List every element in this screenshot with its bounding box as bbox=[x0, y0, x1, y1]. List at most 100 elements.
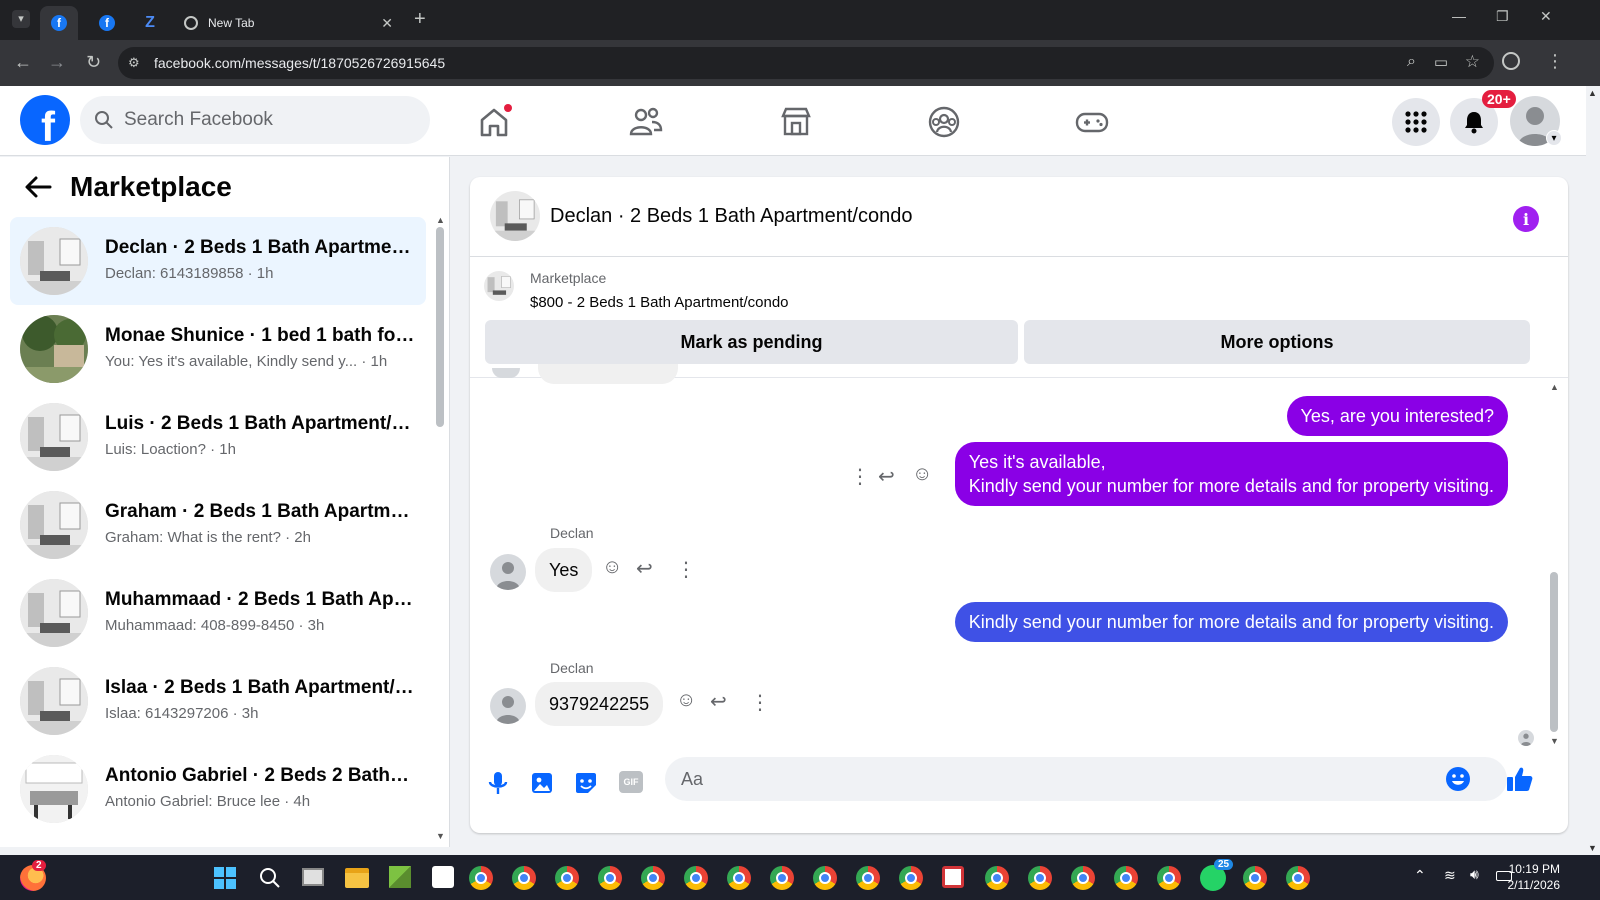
chrome-taskbar-icon[interactable] bbox=[1157, 866, 1181, 890]
sender-avatar[interactable] bbox=[490, 688, 526, 724]
mark-as-pending-button[interactable]: Mark as pending bbox=[485, 320, 1018, 364]
back-arrow-icon[interactable] bbox=[24, 175, 52, 199]
close-window-icon[interactable]: ✕ bbox=[1540, 8, 1552, 25]
account-chevron-icon[interactable]: ▾ bbox=[1546, 130, 1562, 146]
chrome-taskbar-icon[interactable] bbox=[641, 866, 665, 890]
chrome-taskbar-icon[interactable] bbox=[1028, 866, 1052, 890]
chrome-taskbar-icon[interactable] bbox=[598, 866, 622, 890]
new-tab-plus-icon[interactable]: + bbox=[414, 8, 426, 31]
incoming-message[interactable]: Yes bbox=[535, 548, 593, 592]
snipping-tool-icon[interactable] bbox=[942, 866, 964, 888]
thread-scrollbar-thumb[interactable] bbox=[1550, 572, 1558, 732]
bookmark-star-icon[interactable]: ☆ bbox=[1465, 52, 1480, 72]
system-clock[interactable]: 10:19 PM 2/11/2026 bbox=[1508, 861, 1561, 893]
back-icon[interactable]: ← bbox=[14, 52, 32, 73]
chrome-taskbar-icon[interactable] bbox=[555, 866, 579, 890]
more-actions-icon[interactable]: ⋮ bbox=[750, 690, 770, 715]
reload-icon[interactable]: ↻ bbox=[86, 52, 101, 73]
conversation-item[interactable]: Graham · 2 Beds 1 Bath Apartme... Graham… bbox=[10, 481, 426, 569]
tab-search-icon[interactable]: ▾ bbox=[12, 10, 30, 28]
tray-chevron-icon[interactable]: ⌃ bbox=[1414, 867, 1426, 884]
taskbar-search-icon[interactable] bbox=[258, 866, 282, 890]
chrome-taskbar-icon[interactable] bbox=[727, 866, 751, 890]
gaming-icon[interactable] bbox=[1074, 104, 1110, 140]
tab-close-icon[interactable]: ✕ bbox=[381, 15, 393, 32]
conversation-item[interactable]: Antonio Gabriel · 2 Beds 2 Baths ... Ant… bbox=[10, 745, 426, 833]
message-input[interactable]: Aa bbox=[665, 757, 1507, 801]
minecraft-icon[interactable] bbox=[389, 866, 411, 888]
chrome-taskbar-icon[interactable] bbox=[1243, 866, 1267, 890]
react-emoji-icon[interactable]: ☺ bbox=[912, 463, 932, 486]
react-emoji-icon[interactable]: ☺ bbox=[602, 556, 622, 579]
cast-icon[interactable]: ▭ bbox=[1434, 53, 1448, 71]
tab-facebook[interactable]: f bbox=[92, 6, 122, 40]
emoji-icon[interactable] bbox=[1445, 766, 1471, 792]
microphone-icon[interactable] bbox=[484, 769, 512, 797]
facebook-search[interactable]: Search Facebook bbox=[80, 96, 430, 144]
profile-icon[interactable] bbox=[1502, 52, 1520, 70]
reply-icon[interactable]: ↩ bbox=[878, 464, 895, 489]
conversation-item[interactable]: Muhammaad · 2 Beds 1 Bath Apa... Muhamma… bbox=[10, 569, 426, 657]
chrome-taskbar-icon[interactable] bbox=[512, 866, 536, 890]
tab-zillow[interactable]: Z bbox=[138, 6, 162, 40]
more-options-button[interactable]: More options bbox=[1024, 320, 1530, 364]
windows-start-icon[interactable] bbox=[213, 866, 237, 890]
chrome-taskbar-icon[interactable] bbox=[1071, 866, 1095, 890]
chrome-taskbar-icon[interactable] bbox=[856, 866, 880, 890]
sticker-icon[interactable] bbox=[572, 769, 600, 797]
list-scrollbar-thumb[interactable] bbox=[436, 227, 444, 427]
like-thumb-icon[interactable] bbox=[1504, 764, 1534, 794]
conversation-item[interactable]: Monae Shunice · 1 bed 1 bath for... You:… bbox=[10, 305, 426, 393]
info-icon[interactable]: i bbox=[1513, 206, 1539, 232]
site-info-icon[interactable]: ⚙ bbox=[128, 55, 140, 71]
tab-new-tab[interactable]: New Tab ✕ bbox=[176, 6, 401, 40]
wifi-icon[interactable]: ≋ bbox=[1444, 867, 1456, 884]
chrome-taskbar-icon[interactable] bbox=[770, 866, 794, 890]
photo-icon[interactable] bbox=[528, 769, 556, 797]
address-bar[interactable]: ⚙ facebook.com/messages/t/18705267269156… bbox=[118, 47, 1494, 79]
menu-button[interactable] bbox=[1392, 98, 1440, 146]
outgoing-message[interactable]: Yes, are you interested? bbox=[1286, 396, 1508, 436]
sender-avatar[interactable] bbox=[490, 554, 526, 590]
listing-title[interactable]: $800 - 2 Beds 1 Bath Apartment/condo bbox=[530, 294, 789, 311]
conversation-item[interactable]: Luis · 2 Beds 1 Bath Apartment/c... Luis… bbox=[10, 393, 426, 481]
conversation-item[interactable]: Islaa · 2 Beds 1 Bath Apartment/c... Isl… bbox=[10, 657, 426, 745]
conversation-item[interactable]: Declan · 2 Beds 1 Bath Apartmen... Decla… bbox=[10, 217, 426, 305]
marketplace-icon[interactable] bbox=[778, 104, 814, 140]
reply-icon[interactable]: ↩ bbox=[710, 689, 727, 714]
list-scroll-down-icon[interactable]: ▼ bbox=[436, 831, 445, 841]
ms-store-icon[interactable] bbox=[432, 866, 454, 888]
outgoing-message[interactable]: Yes it's available, Kindly send your num… bbox=[954, 442, 1508, 506]
chrome-taskbar-icon[interactable] bbox=[813, 866, 837, 890]
chrome-taskbar-icon[interactable] bbox=[1286, 866, 1310, 890]
minimize-icon[interactable]: — bbox=[1452, 8, 1466, 24]
more-actions-icon[interactable]: ⋮ bbox=[676, 557, 696, 582]
incoming-message[interactable]: 9379242255 bbox=[535, 682, 664, 726]
restore-icon[interactable]: ❐ bbox=[1496, 8, 1509, 25]
outgoing-message[interactable]: Kindly send your number for more details… bbox=[954, 602, 1508, 642]
chrome-taskbar-icon[interactable] bbox=[985, 866, 1009, 890]
chrome-taskbar-icon[interactable] bbox=[684, 866, 708, 890]
chrome-menu-icon[interactable]: ⋮ bbox=[1546, 51, 1564, 72]
page-scrollbar[interactable]: ▲ ▼ bbox=[1586, 86, 1600, 855]
forward-icon[interactable]: → bbox=[48, 52, 66, 73]
more-actions-icon[interactable]: ⋮ bbox=[850, 464, 870, 489]
tab-facebook-messages[interactable]: f bbox=[40, 6, 78, 40]
chrome-taskbar-icon[interactable] bbox=[469, 866, 493, 890]
zoom-icon[interactable]: ⌕ bbox=[1407, 53, 1416, 71]
reply-icon[interactable]: ↩ bbox=[636, 556, 653, 581]
task-view-icon[interactable] bbox=[302, 868, 324, 886]
gif-icon[interactable]: GIF bbox=[619, 771, 643, 793]
thread-scroll-up-icon[interactable]: ▲ bbox=[1550, 382, 1559, 392]
list-scroll-up-icon[interactable]: ▲ bbox=[436, 215, 445, 225]
react-emoji-icon[interactable]: ☺ bbox=[676, 689, 696, 712]
facebook-logo[interactable]: f bbox=[20, 95, 70, 145]
chrome-taskbar-icon[interactable] bbox=[899, 866, 923, 890]
chat-listing-avatar[interactable] bbox=[490, 191, 540, 241]
home-icon[interactable] bbox=[476, 104, 512, 140]
thread-scroll-down-icon[interactable]: ▼ bbox=[1550, 736, 1559, 746]
groups-icon[interactable] bbox=[926, 104, 962, 140]
friends-icon[interactable] bbox=[628, 104, 664, 140]
volume-icon[interactable]: 🔊︎ bbox=[1470, 866, 1479, 883]
chat-title[interactable]: Declan · 2 Beds 1 Bath Apartment/condo bbox=[550, 205, 912, 228]
